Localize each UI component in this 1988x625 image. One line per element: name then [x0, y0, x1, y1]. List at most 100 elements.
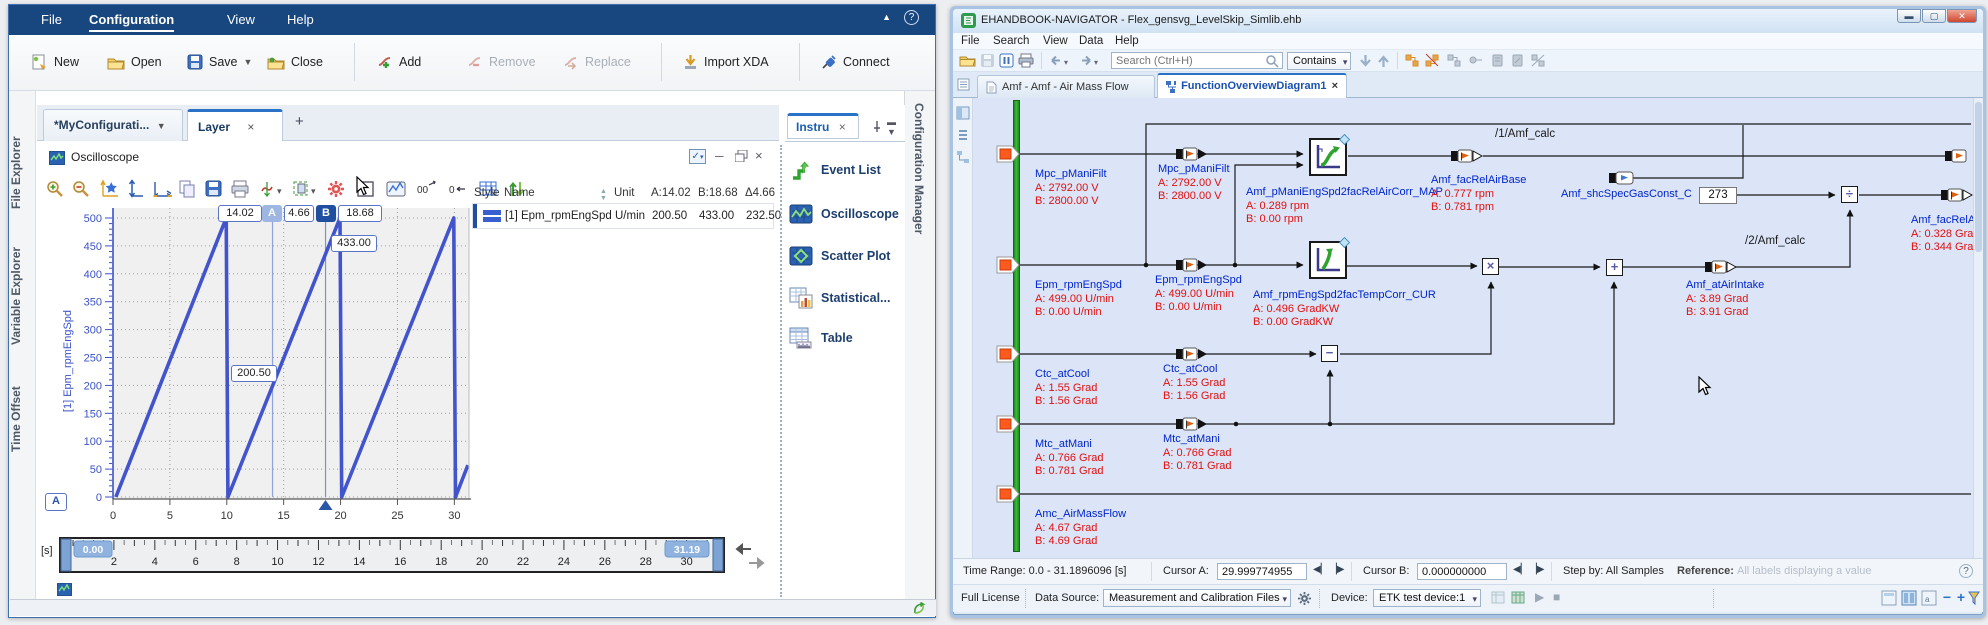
save-icon[interactable] — [980, 53, 995, 68]
constant-signal-marker[interactable] — [1609, 171, 1635, 185]
tab-list-icon[interactable] — [957, 78, 970, 91]
menu-help[interactable]: Help — [1115, 35, 1139, 47]
zoom-fit-icon[interactable] — [98, 179, 122, 199]
menu-file[interactable]: File — [961, 35, 980, 47]
maximize-button[interactable]: ▢ — [1922, 9, 1946, 23]
forward-icon[interactable]: ▾ — [1079, 54, 1105, 67]
tab-function-overview-diagram[interactable]: FunctionOverviewDiagram1 × — [1157, 73, 1347, 98]
output-signal-marker[interactable] — [1705, 260, 1737, 274]
menu-file[interactable]: File — [35, 5, 68, 35]
cursor-to-zero-icon[interactable]: 0 — [445, 179, 471, 199]
tab-air-mass-flow[interactable]: Amf - Amf - Air Mass Flow — [977, 75, 1155, 98]
curve-block[interactable] — [1309, 237, 1350, 279]
sidebar-item-configuration-manager[interactable]: Configuration Manager — [912, 103, 926, 234]
legend-header-name[interactable]: Name — [504, 187, 535, 199]
legend-row[interactable]: [1] Epm_rpmEngSpd U/min 200.50 433.00 23… — [472, 203, 781, 229]
data-source-select[interactable]: Measurement and Calibration Files — [1103, 589, 1291, 607]
pin-icon[interactable] — [871, 119, 883, 133]
cursor-to-max-icon[interactable]: 00 — [415, 179, 441, 199]
menu-help[interactable]: Help — [281, 5, 320, 35]
arrow-up-icon[interactable] — [1377, 54, 1390, 68]
time-range-slider[interactable]: 2 4 6 8 10 12 14 16 18 20 22 24 26 28 300.00 31.19 — [59, 537, 725, 573]
close-config-button[interactable]: Close — [261, 47, 329, 77]
slider-scroll-arrows[interactable] — [731, 541, 773, 571]
panel-minimize-icon[interactable]: ─ — [715, 149, 724, 163]
stop-icon[interactable]: ■ — [1553, 590, 1560, 604]
add-button[interactable]: Add — [371, 47, 427, 77]
menu-search[interactable]: Search — [993, 35, 1029, 47]
oscilloscope-view-icon[interactable] — [384, 179, 410, 199]
sidebar-structure-icon[interactable] — [956, 150, 970, 164]
zoom-level-icon[interactable] — [1967, 590, 1981, 606]
cursor-b-time-chip[interactable]: 18.68 — [338, 205, 382, 222]
contains-select[interactable]: Contains — [1287, 52, 1352, 70]
sidebar-item-file-explorer[interactable]: File Explorer — [9, 123, 36, 223]
function-diagram-canvas[interactable]: × − + ÷ 273 /1/Amf_calc /2/Amf_calc Mpc_… — [973, 98, 1973, 564]
signal-marker[interactable] — [1176, 347, 1208, 361]
signal-marker[interactable] — [1176, 258, 1208, 272]
help-icon[interactable]: ? — [1959, 564, 1973, 578]
cursor-b-step-back-icon[interactable]: ◀▏ — [1513, 564, 1528, 575]
cursor-b-badge[interactable]: B — [316, 205, 336, 222]
panel-close-icon[interactable]: × — [755, 148, 763, 163]
connect-button[interactable]: Connect — [815, 47, 896, 77]
tab-caret-icon[interactable]: ▼ — [157, 121, 166, 131]
edge-signal-marker[interactable] — [1945, 149, 1973, 163]
tab-layer[interactable]: Layer × — [187, 109, 283, 141]
pause-icon[interactable] — [999, 53, 1014, 68]
device-select[interactable]: ETK test device:1 — [1373, 589, 1481, 607]
layout-panels-icon[interactable]: ▾ — [291, 179, 321, 199]
panel-check-menu-icon[interactable]: ✓▾ — [689, 149, 706, 164]
map-block[interactable] — [1309, 134, 1350, 176]
replace-button[interactable]: Replace — [557, 47, 637, 77]
input-port[interactable] — [996, 345, 1020, 363]
zoom-in-button[interactable]: + — [1957, 589, 1965, 605]
output-signal-marker[interactable] — [1941, 188, 1973, 202]
layout-split-icon[interactable] — [1901, 590, 1917, 606]
legend-header-unit[interactable]: Unit — [614, 187, 634, 199]
add-block[interactable]: + — [1606, 259, 1623, 276]
cursor-a-step-forward-icon[interactable]: ▕▶ — [1329, 564, 1344, 575]
cursor-a-step-back-icon[interactable]: ◀▏ — [1313, 564, 1328, 575]
instruments-close-icon[interactable]: × — [839, 120, 846, 134]
device-config-icon[interactable] — [1491, 591, 1506, 605]
legend-header-delta[interactable]: Δ4.66 — [745, 187, 775, 199]
cursor-a-axis-chip[interactable]: A — [45, 493, 67, 511]
legend-header-cursor-b[interactable]: B:18.68 — [698, 187, 738, 199]
input-port[interactable] — [996, 415, 1020, 433]
sort-icon[interactable]: ▲ ▼ — [600, 188, 607, 202]
save-button[interactable]: Save ▼ — [181, 47, 258, 77]
menu-data[interactable]: Data — [1079, 35, 1103, 47]
layout-single-icon[interactable] — [1881, 590, 1897, 606]
tab-close-icon[interactable]: × — [247, 120, 254, 134]
close-button[interactable]: ✕ — [1947, 9, 1977, 23]
tab-myconfiguration[interactable]: *MyConfigurati... ▼ — [43, 109, 183, 141]
menu-view[interactable]: View — [1043, 35, 1068, 47]
menu-configuration[interactable]: Configuration — [83, 5, 180, 35]
scrollbar-thumb[interactable] — [1975, 102, 1982, 252]
print-icon[interactable] — [230, 179, 254, 199]
fit-horizontal-icon[interactable] — [151, 179, 173, 199]
output-signal-marker[interactable] — [1451, 149, 1483, 163]
fit-vertical-icon[interactable] — [126, 179, 146, 199]
subtract-block[interactable]: − — [1321, 345, 1338, 362]
collapse-ribbon-icon[interactable]: ▲ — [882, 12, 891, 22]
signal-style-icon[interactable]: ▾ — [259, 179, 287, 199]
tab-instruments[interactable]: Instru × — [787, 113, 859, 139]
panel-splitter[interactable] — [780, 145, 782, 597]
input-port[interactable] — [996, 256, 1020, 274]
panel-menu-caret-icon[interactable]: ▬ ▼ — [887, 117, 896, 137]
copy-icon[interactable] — [177, 179, 199, 199]
save-caret-icon[interactable]: ▼ — [244, 57, 253, 67]
menu-view[interactable]: View — [221, 5, 261, 35]
cursor-b-input[interactable] — [1417, 563, 1507, 580]
instrument-table[interactable]: Table — [789, 321, 901, 355]
arrow-down-icon[interactable] — [1359, 54, 1372, 68]
signal-marker[interactable] — [1176, 417, 1208, 431]
cursor-a-time-chip[interactable]: 14.02 — [218, 205, 262, 222]
multiply-block[interactable]: × — [1482, 258, 1499, 275]
sidebar-panel-icon[interactable] — [956, 106, 970, 120]
constant-box[interactable]: 273 — [1699, 187, 1737, 204]
save-image-icon[interactable] — [204, 179, 226, 199]
instrument-statistical[interactable]: Statistical... — [789, 281, 901, 315]
